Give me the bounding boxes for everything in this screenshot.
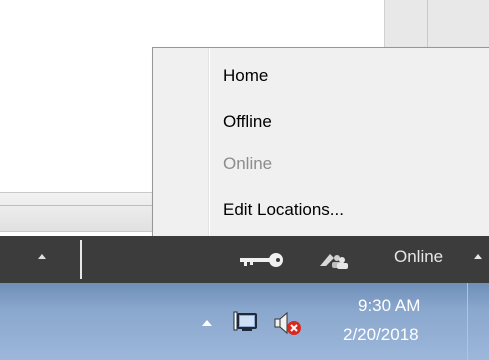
scrollbar-line: [0, 205, 156, 206]
toolbar-separator: [80, 240, 82, 279]
toolbar-expand-arrow-icon[interactable]: [38, 254, 46, 259]
connection-status-label[interactable]: Online: [394, 247, 443, 267]
network-icon[interactable]: [232, 311, 258, 335]
volume-muted-icon[interactable]: [273, 311, 303, 337]
location-toolbar: Online: [0, 236, 489, 283]
show-hidden-icons-arrow-icon[interactable]: [202, 320, 212, 326]
location-context-menu: Home Offline Online Edit Locations...: [152, 47, 489, 236]
windows-taskbar: 9:30 AM 2/20/2018: [0, 283, 489, 360]
menu-item-home[interactable]: Home: [223, 60, 473, 92]
key-icon[interactable]: [240, 252, 286, 268]
background-window-panel: [384, 0, 489, 52]
show-desktop-button[interactable]: [467, 283, 489, 360]
menu-icon-gutter: [208, 48, 210, 236]
network-users-icon[interactable]: [318, 250, 348, 270]
clock-time[interactable]: 9:30 AM: [358, 296, 420, 316]
menu-item-edit-locations[interactable]: Edit Locations...: [223, 194, 473, 226]
status-dropdown-arrow-icon[interactable]: [474, 254, 482, 259]
menu-item-online: Online: [223, 154, 273, 173]
background-divider: [427, 0, 428, 52]
clock-date[interactable]: 2/20/2018: [343, 325, 419, 345]
menu-item-offline[interactable]: Offline: [223, 106, 473, 138]
background-scrollbar: [0, 192, 156, 232]
